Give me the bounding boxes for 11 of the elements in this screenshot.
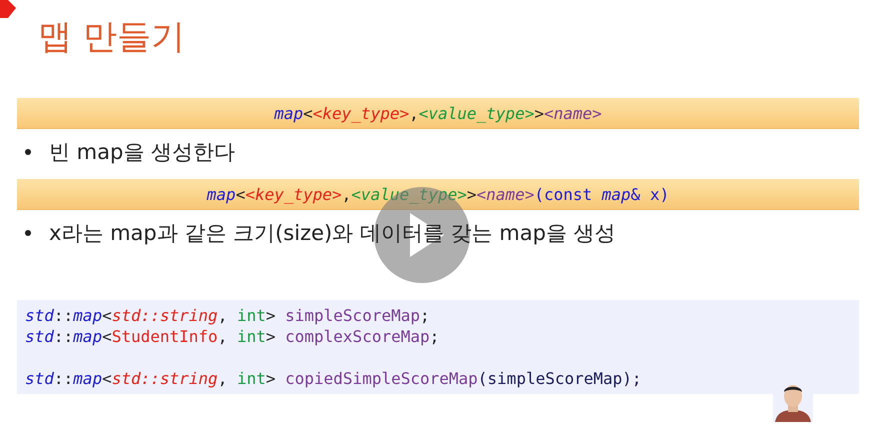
syntax-line: map<<key_type>,<value_type>><name> (274, 104, 602, 122)
bullet-text: x라는 map과 같은 크기(size)와 데이터를 갖는 map을 생성 (49, 220, 616, 247)
syntax-line: map<<key_type>,<value_type>><name>(const map& x) (206, 184, 670, 204)
bullet-icon (25, 230, 31, 236)
code-line: std::map<StudentInfo, int> complexScoreMap; (25, 327, 440, 346)
code-line: std::map<std::string, int> simpleScoreMap; (25, 306, 430, 325)
bullet-text: 빈 map을 생성한다 (49, 139, 236, 166)
code-line: std::map<std::string, int> copiedSimpleScoreMap(simpleScoreMap); (25, 369, 642, 388)
arrow-icon (0, 0, 18, 20)
bullet-icon (25, 149, 31, 155)
slide-title: 맵 만들기 (38, 16, 185, 59)
